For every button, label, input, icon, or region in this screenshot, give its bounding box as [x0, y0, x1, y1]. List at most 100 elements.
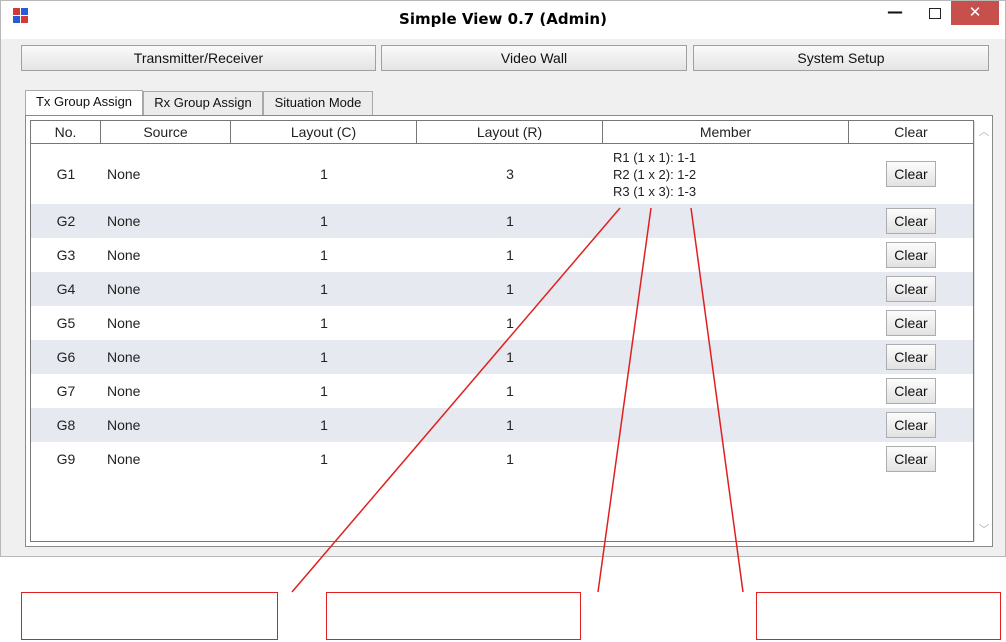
layout-r-value: 1	[506, 315, 514, 331]
clear-cell: Clear	[849, 442, 973, 476]
table-row[interactable]: G3 None 1 1 Clear	[31, 238, 973, 272]
layout-c-value: 1	[320, 166, 328, 182]
group-number: G1	[56, 166, 76, 182]
column-header-layout-r[interactable]: Layout (R)	[417, 121, 603, 143]
group-number: G6	[56, 349, 76, 365]
video-wall-button[interactable]: Video Wall	[381, 45, 687, 71]
group-number: G4	[56, 281, 76, 297]
clear-cell: Clear	[849, 204, 973, 238]
source-value: None	[107, 281, 141, 297]
app-window: Simple View 0.7 (Admin) — ✕ Transmitter/…	[0, 0, 1006, 557]
close-button[interactable]: ✕	[951, 1, 999, 25]
source-value: None	[107, 451, 141, 467]
tab-panel: No. Source Layout (C) Layout (R) Member …	[25, 115, 993, 547]
minimize-button[interactable]: —	[881, 1, 909, 27]
group-table: No. Source Layout (C) Layout (R) Member …	[30, 120, 992, 542]
layout-r-value: 1	[506, 349, 514, 365]
group-number: G7	[56, 383, 76, 399]
column-header-no[interactable]: No.	[31, 121, 101, 143]
layout-r-value: 1	[506, 213, 514, 229]
group-number: G3	[56, 247, 76, 263]
layout-c-value: 1	[320, 417, 328, 433]
layout-r-value: 1	[506, 383, 514, 399]
tab-rx-group-assign[interactable]: Rx Group Assign	[143, 91, 263, 115]
table-row[interactable]: G1 None 1 3 R1 (1 x 1): 1-1 R2 (1 x 2): 1-2 R3…	[31, 144, 973, 204]
layout-c-value: 1	[320, 213, 328, 229]
system-setup-button[interactable]: System Setup	[693, 45, 989, 71]
clear-button[interactable]: Clear	[886, 208, 936, 234]
layout-r-value: 1	[506, 247, 514, 263]
table-row[interactable]: G4 None 1 1 Clear	[31, 272, 973, 306]
clear-cell: Clear	[849, 272, 973, 306]
member-entry: R3 (1 x 3): 1-3	[613, 183, 697, 199]
transmitter-receiver-button[interactable]: Transmitter/Receiver	[21, 45, 376, 71]
column-header-layout-c[interactable]: Layout (C)	[231, 121, 417, 143]
source-value: None	[107, 383, 141, 399]
clear-cell: Clear	[849, 340, 973, 374]
tab-tx-group-assign[interactable]: Tx Group Assign	[25, 90, 143, 116]
clear-cell: Clear	[849, 374, 973, 408]
scroll-up-icon[interactable]: ︿	[975, 123, 993, 141]
column-header-source[interactable]: Source	[101, 121, 231, 143]
clear-cell: Clear	[849, 144, 973, 204]
table-row[interactable]: G9 None 1 1 Clear	[31, 442, 973, 476]
source-value: None	[107, 315, 141, 331]
member-list	[613, 374, 849, 408]
column-header-member[interactable]: Member	[603, 121, 849, 143]
table-header: No. Source Layout (C) Layout (R) Member …	[31, 121, 973, 144]
maximize-button[interactable]	[921, 1, 949, 27]
table-row[interactable]: G7 None 1 1 Clear	[31, 374, 973, 408]
clear-button[interactable]: Clear	[886, 161, 936, 187]
clear-button[interactable]: Clear	[886, 242, 936, 268]
member-list	[613, 306, 849, 340]
layout-r-value: 1	[506, 451, 514, 467]
source-value: None	[107, 166, 141, 182]
member-list	[613, 238, 849, 272]
layout-c-value: 1	[320, 281, 328, 297]
group-number: G2	[56, 213, 76, 229]
callout-box-2	[326, 592, 581, 640]
callout-box-1	[21, 592, 278, 640]
clear-cell: Clear	[849, 238, 973, 272]
layout-c-value: 1	[320, 383, 328, 399]
layout-c-value: 1	[320, 315, 328, 331]
layout-c-value: 1	[320, 349, 328, 365]
clear-cell: Clear	[849, 306, 973, 340]
layout-c-value: 1	[320, 247, 328, 263]
member-entry: R2 (1 x 2): 1-2	[613, 166, 697, 182]
source-value: None	[107, 349, 141, 365]
column-header-clear[interactable]: Clear	[849, 121, 973, 143]
member-list: R1 (1 x 1): 1-1 R2 (1 x 2): 1-2 R3 (1 x 3)…	[613, 144, 849, 204]
group-number: G5	[56, 315, 76, 331]
clear-button[interactable]: Clear	[886, 344, 936, 370]
member-list	[613, 408, 849, 442]
member-list	[613, 204, 849, 238]
window-title: Simple View 0.7 (Admin)	[399, 10, 607, 28]
clear-button[interactable]: Clear	[886, 412, 936, 438]
clear-button[interactable]: Clear	[886, 310, 936, 336]
layout-c-value: 1	[320, 451, 328, 467]
clear-button[interactable]: Clear	[886, 446, 936, 472]
tab-situation-mode[interactable]: Situation Mode	[263, 91, 373, 115]
title-bar[interactable]: Simple View 0.7 (Admin) — ✕	[1, 1, 1005, 39]
clear-button[interactable]: Clear	[886, 378, 936, 404]
member-entry: R1 (1 x 1): 1-1	[613, 149, 697, 165]
table-row[interactable]: G8 None 1 1 Clear	[31, 408, 973, 442]
source-value: None	[107, 417, 141, 433]
source-value: None	[107, 213, 141, 229]
group-number: G8	[56, 417, 76, 433]
layout-r-value: 3	[506, 166, 514, 182]
scroll-down-icon[interactable]: ﹀	[975, 521, 993, 539]
callout-box-3	[756, 592, 1001, 640]
member-list	[613, 442, 849, 476]
table-row[interactable]: G2 None 1 1 Clear	[31, 204, 973, 238]
clear-button[interactable]: Clear	[886, 276, 936, 302]
maximize-icon	[929, 8, 941, 19]
source-value: None	[107, 247, 141, 263]
vertical-scrollbar[interactable]: ︿ ﹀	[974, 121, 992, 541]
layout-r-value: 1	[506, 281, 514, 297]
table-row[interactable]: G6 None 1 1 Clear	[31, 340, 973, 374]
member-list	[613, 272, 849, 306]
table-row[interactable]: G5 None 1 1 Clear	[31, 306, 973, 340]
member-list	[613, 340, 849, 374]
